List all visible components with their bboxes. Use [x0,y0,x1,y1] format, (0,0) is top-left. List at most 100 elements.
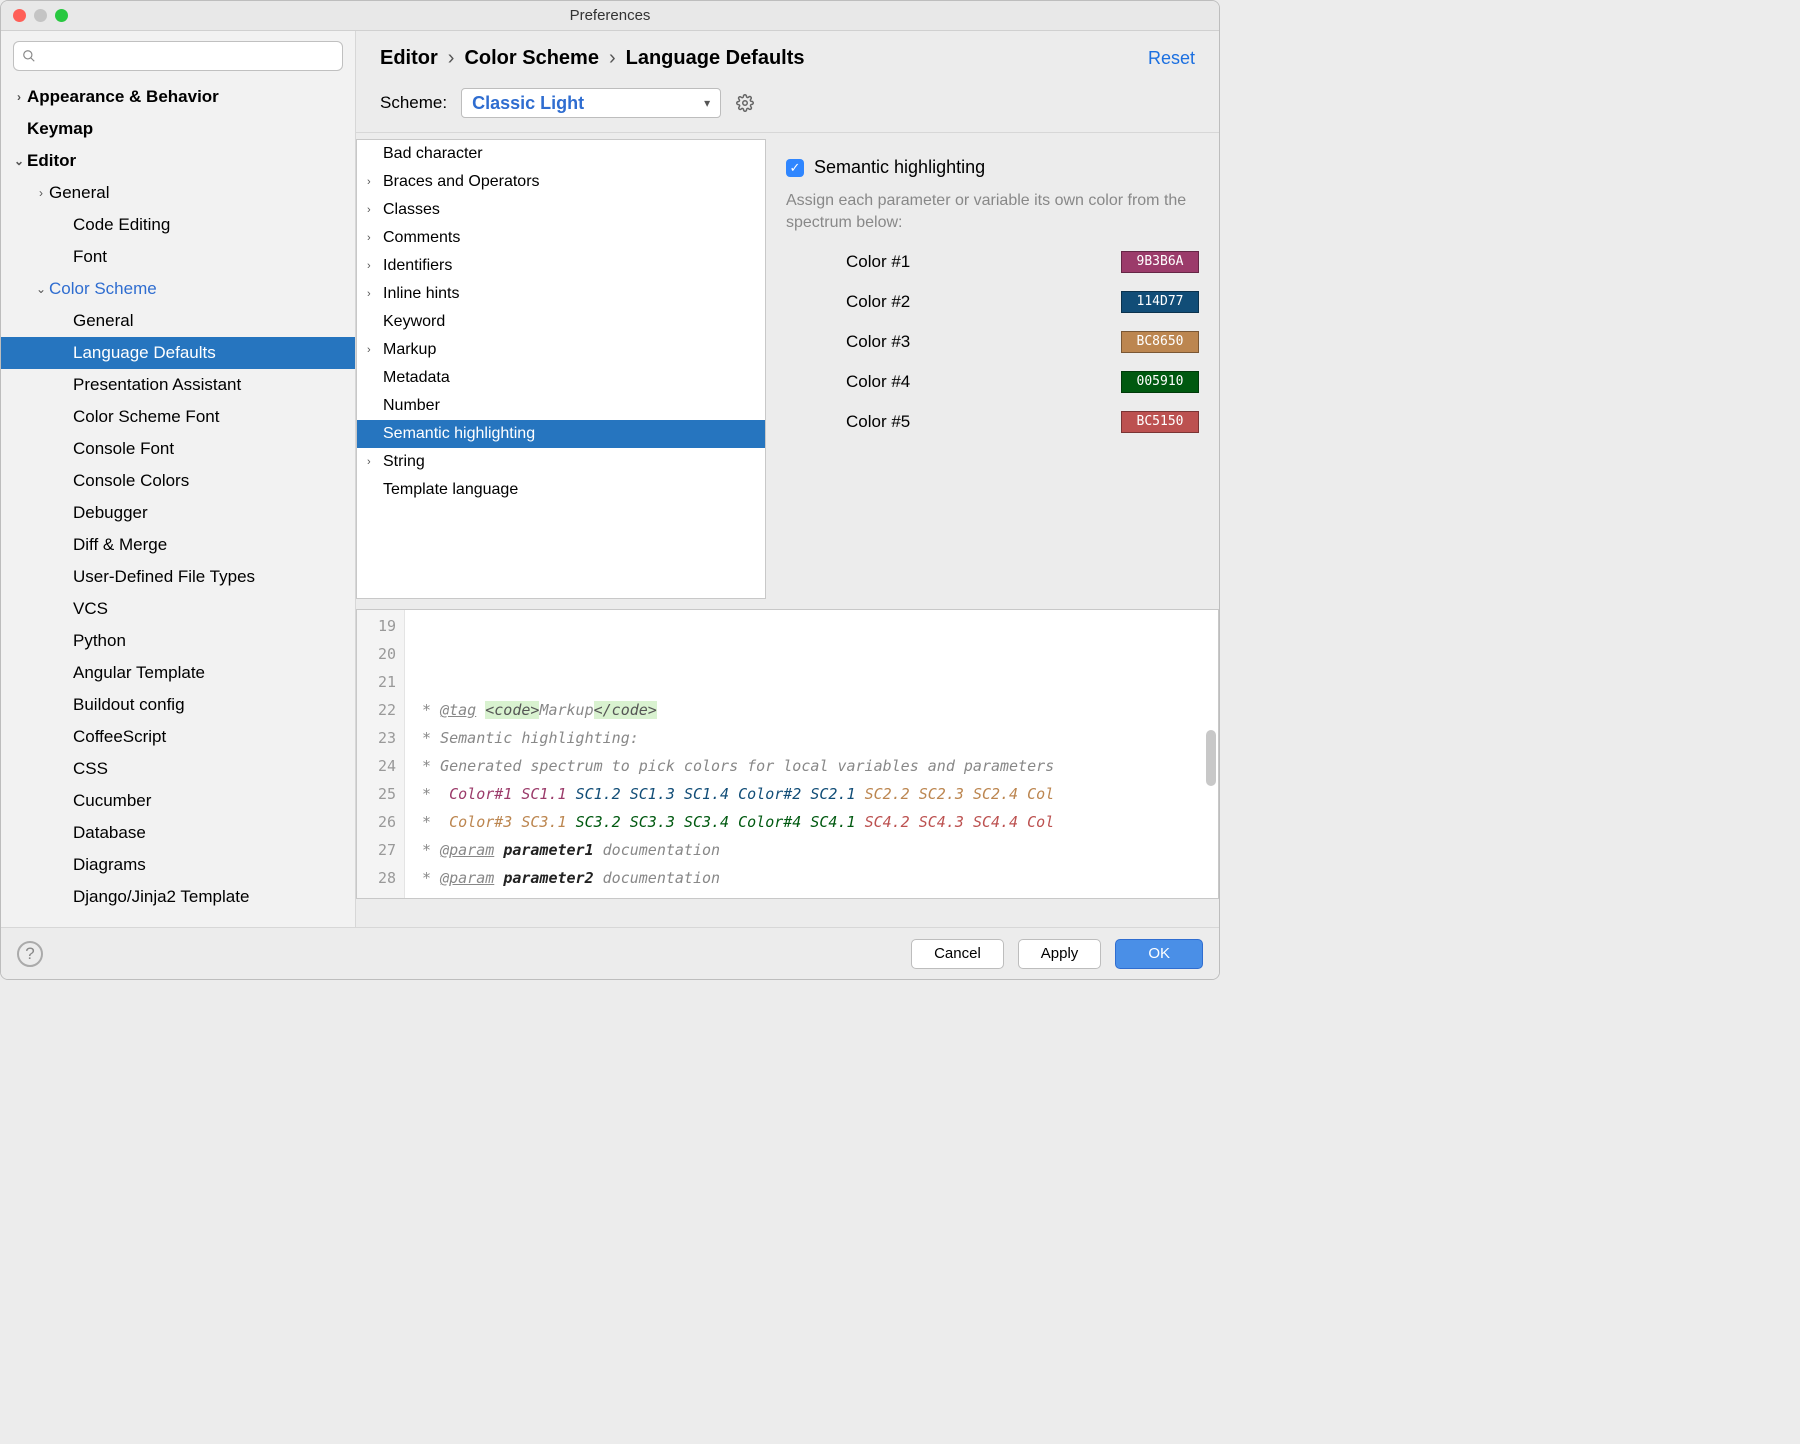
category-item-label: Number [383,397,440,415]
tree-item[interactable]: Angular Template [1,657,355,689]
checkbox-label: Semantic highlighting [814,157,985,178]
category-item-label: Keyword [383,313,445,331]
category-item[interactable]: Bad character [357,140,765,168]
tree-item-label: Diagrams [73,855,146,875]
tree-item[interactable]: ›Appearance & Behavior [1,81,355,113]
tree-item[interactable]: Debugger [1,497,355,529]
preferences-window: Preferences ›Appearance & BehaviorKeymap… [0,0,1220,980]
category-item[interactable]: ›Identifiers [357,252,765,280]
breadcrumb-separator: › [448,47,455,70]
tree-item-label: Console Colors [73,471,189,491]
category-item[interactable]: ›Braces and Operators [357,168,765,196]
tree-item[interactable]: Console Font [1,433,355,465]
tree-item[interactable]: ⌄Editor [1,145,355,177]
category-item-label: Braces and Operators [383,173,540,191]
breadcrumb-part[interactable]: Color Scheme [464,47,598,70]
tree-item[interactable]: Color Scheme Font [1,401,355,433]
search-input[interactable] [13,41,343,71]
cancel-button[interactable]: Cancel [911,939,1004,969]
category-item[interactable]: ›Markup [357,336,765,364]
tree-item-label: VCS [73,599,108,619]
settings-tree[interactable]: ›Appearance & BehaviorKeymap⌄Editor›Gene… [1,81,355,927]
tree-item[interactable]: Django/Jinja2 Template [1,881,355,913]
color-label: Color #2 [846,292,956,312]
color-label: Color #4 [846,372,956,392]
chevron-icon: › [367,344,383,356]
category-item[interactable]: ›Classes [357,196,765,224]
chevron-icon: › [367,288,383,300]
tree-item-label: Angular Template [73,663,205,683]
tree-item-label: Editor [27,151,76,171]
tree-item[interactable]: ›General [1,177,355,209]
apply-button[interactable]: Apply [1018,939,1102,969]
category-item-label: Identifiers [383,257,452,275]
category-item[interactable]: Metadata [357,364,765,392]
tree-item[interactable]: Code Editing [1,209,355,241]
chevron-icon: ⌄ [33,282,49,296]
tree-item[interactable]: Language Defaults [1,337,355,369]
tree-item[interactable]: Buildout config [1,689,355,721]
tree-item-label: Code Editing [73,215,170,235]
chevron-icon: › [33,186,49,200]
category-item-label: Inline hints [383,285,460,303]
color-swatch[interactable]: 114D77 [1121,291,1199,313]
color-swatch[interactable]: 005910 [1121,371,1199,393]
tree-item[interactable]: Keymap [1,113,355,145]
sidebar: ›Appearance & BehaviorKeymap⌄Editor›Gene… [1,31,356,927]
category-item[interactable]: Number [357,392,765,420]
tree-item[interactable]: Cucumber [1,785,355,817]
tree-item-label: CSS [73,759,108,779]
breadcrumb-part[interactable]: Language Defaults [626,47,805,70]
code-preview[interactable]: 19202122232425262728 * @tag <code>Markup… [356,609,1219,899]
category-item[interactable]: Template language [357,476,765,504]
category-item-label: Classes [383,201,440,219]
semantic-highlighting-pane: ✓ Semantic highlighting Assign each para… [786,139,1219,599]
category-item-label: String [383,453,425,471]
tree-item[interactable]: Font [1,241,355,273]
code-gutter: 19202122232425262728 [357,610,405,898]
code-body: * @tag <code>Markup</code> * Semantic hi… [405,610,1218,898]
tree-item[interactable]: User-Defined File Types [1,561,355,593]
category-item-label: Semantic highlighting [383,425,535,443]
chevron-icon: › [11,90,27,104]
tree-item[interactable]: ⌄Color Scheme [1,273,355,305]
tree-item[interactable]: General [1,305,355,337]
color-label: Color #3 [846,332,956,352]
checkbox-checked-icon[interactable]: ✓ [786,159,804,177]
category-item[interactable]: ›String [357,448,765,476]
tree-item-label: Appearance & Behavior [27,87,219,107]
scheme-select[interactable]: Classic Light ▾ [461,88,721,118]
tree-item[interactable]: Presentation Assistant [1,369,355,401]
breadcrumb-part[interactable]: Editor [380,47,438,70]
tree-item-label: Color Scheme [49,279,157,299]
tree-item[interactable]: Database [1,817,355,849]
chevron-icon: › [367,260,383,272]
gear-icon[interactable] [735,93,755,113]
scheme-row: Scheme: Classic Light ▾ [356,70,1219,133]
reset-link[interactable]: Reset [1148,48,1195,69]
semantic-highlighting-checkbox-row[interactable]: ✓ Semantic highlighting [786,157,1199,178]
help-icon[interactable]: ? [17,941,43,967]
tree-item[interactable]: VCS [1,593,355,625]
tree-item[interactable]: Console Colors [1,465,355,497]
tree-item-label: Django/Jinja2 Template [73,887,249,907]
tree-item[interactable]: CoffeeScript [1,721,355,753]
category-item[interactable]: Keyword [357,308,765,336]
color-swatch[interactable]: BC8650 [1121,331,1199,353]
tree-item[interactable]: Diff & Merge [1,529,355,561]
category-item[interactable]: Semantic highlighting [357,420,765,448]
color-swatch[interactable]: 9B3B6A [1121,251,1199,273]
ok-button[interactable]: OK [1115,939,1203,969]
category-item-label: Markup [383,341,436,359]
category-item[interactable]: ›Comments [357,224,765,252]
scrollbar-thumb[interactable] [1206,730,1216,786]
color-row: Color #19B3B6A [846,251,1199,273]
tree-item[interactable]: Python [1,625,355,657]
tree-item-label: Buildout config [73,695,185,715]
category-list[interactable]: Bad character›Braces and Operators›Class… [356,139,766,599]
color-swatch[interactable]: BC5150 [1121,411,1199,433]
category-item[interactable]: ›Inline hints [357,280,765,308]
tree-item[interactable]: Diagrams [1,849,355,881]
tree-item[interactable]: CSS [1,753,355,785]
tree-item-label: Diff & Merge [73,535,167,555]
